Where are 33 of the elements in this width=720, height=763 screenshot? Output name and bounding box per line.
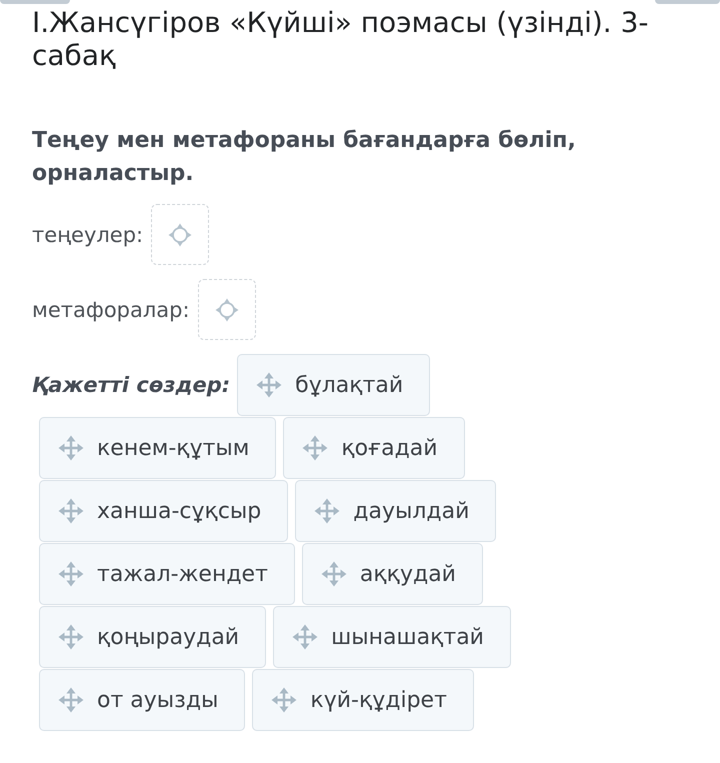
drop-zone-label: теңеулер: bbox=[32, 222, 144, 246]
word-tile[interactable]: аққудай bbox=[302, 543, 483, 605]
word-tile[interactable]: қоңыраудай bbox=[39, 606, 266, 668]
word-tile[interactable]: бұлақтай bbox=[237, 354, 430, 416]
word-tile[interactable]: тажал-жендет bbox=[39, 543, 295, 605]
cut-off-button[interactable] bbox=[655, 0, 720, 4]
word-tile[interactable]: ханша-сұқсыр bbox=[39, 480, 288, 542]
cut-off-button[interactable] bbox=[0, 0, 70, 4]
word-tile[interactable]: дауылдай bbox=[295, 480, 496, 542]
move-icon bbox=[314, 498, 340, 524]
page-title: І.Жансүгіров «Күйші» поэмасы (үзінді). 3-сабақ bbox=[32, 6, 650, 72]
drop-zone[interactable] bbox=[151, 204, 210, 265]
move-icon bbox=[256, 372, 282, 398]
move-icon bbox=[320, 561, 347, 587]
word-tile[interactable]: кенем-құтым bbox=[39, 417, 276, 479]
word-tile[interactable]: күй-құдірет bbox=[252, 669, 474, 731]
move-icon bbox=[292, 624, 318, 650]
move-icon bbox=[271, 687, 298, 713]
move-icon bbox=[58, 561, 84, 587]
move-icon bbox=[58, 687, 84, 713]
instruction-text: Теңеу мен метафораны бағандарға бөліп, орналастыр. bbox=[32, 127, 577, 188]
drop-zone[interactable] bbox=[198, 279, 256, 340]
word-tile[interactable]: қоғадай bbox=[283, 417, 465, 479]
word-tile[interactable]: от ауызды bbox=[39, 669, 246, 731]
move-icon bbox=[58, 624, 84, 650]
move-icon bbox=[58, 498, 84, 524]
word-bank-label: Қажетті сөздер: bbox=[32, 373, 230, 397]
move-icon bbox=[302, 435, 328, 461]
move-icon bbox=[58, 435, 84, 461]
drop-zone-label: метафоралар: bbox=[32, 298, 190, 322]
crosshair-icon bbox=[168, 222, 192, 246]
word-tile[interactable]: шынашақтай bbox=[273, 606, 511, 668]
crosshair-icon bbox=[214, 298, 239, 322]
